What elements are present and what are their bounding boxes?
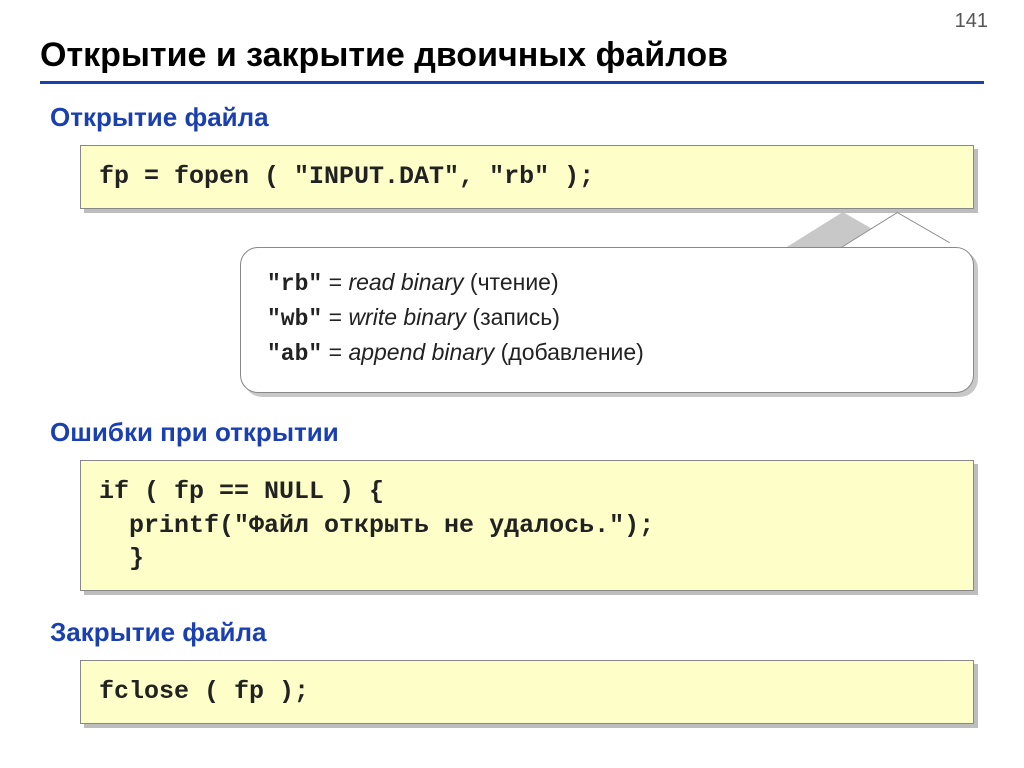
callout-line-3: "ab" = append binary (добавление)	[267, 336, 947, 371]
desc-rb: read binary	[348, 269, 463, 295]
mode-wb: "wb"	[267, 306, 322, 332]
ru-rb: (чтение)	[464, 269, 559, 295]
ru-wb: (запись)	[466, 304, 560, 330]
desc-wb: write binary	[348, 304, 466, 330]
callout-line-1: "rb" = read binary (чтение)	[267, 266, 947, 301]
code-close: fclose ( fp );	[80, 660, 974, 724]
desc-ab: append binary	[348, 339, 494, 365]
code-errors: if ( fp == NULL ) { printf("Файл открыть…	[80, 460, 974, 591]
slide-title: Открытие и закрытие двоичных файлов	[40, 36, 984, 75]
page-number: 141	[955, 10, 988, 33]
eq3: =	[322, 339, 348, 365]
section-open-label: Открытие файла	[50, 102, 984, 133]
code-open: fp = fopen ( "INPUT.DAT", "rb" );	[80, 145, 974, 209]
section-errors-label: Ошибки при открытии	[50, 417, 984, 448]
title-rule	[40, 81, 984, 84]
callout-box: "rb" = read binary (чтение) "wb" = write…	[240, 247, 974, 393]
slide-body: Открытие и закрытие двоичных файлов Откр…	[0, 0, 1024, 724]
eq1: =	[322, 269, 348, 295]
mode-ab: "ab"	[267, 341, 322, 367]
callout-wrap: "rb" = read binary (чтение) "wb" = write…	[240, 247, 974, 393]
callout-line-2: "wb" = write binary (запись)	[267, 301, 947, 336]
section-close-label: Закрытие файла	[50, 617, 984, 648]
eq2: =	[322, 304, 348, 330]
ru-ab: (добавление)	[494, 339, 644, 365]
mode-rb: "rb"	[267, 271, 322, 297]
